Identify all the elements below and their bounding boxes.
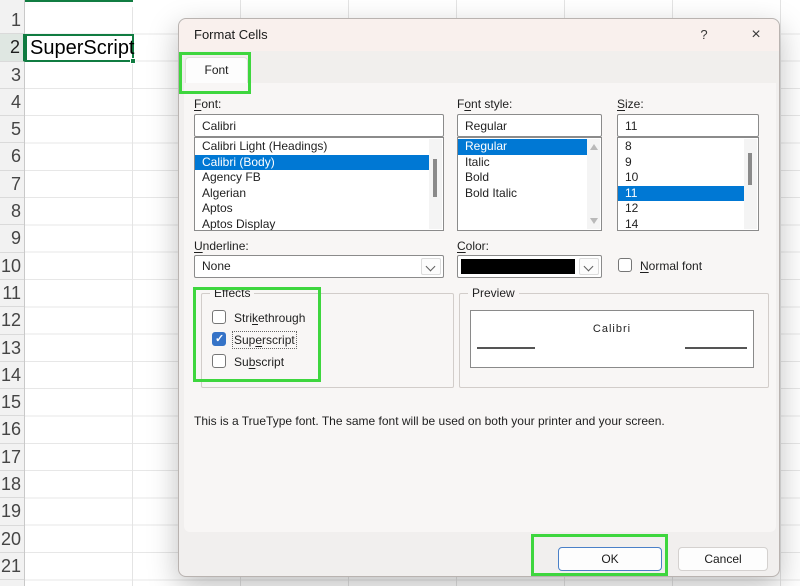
font-input[interactable] bbox=[194, 114, 444, 137]
font-option[interactable]: Calibri Light (Headings) bbox=[195, 139, 429, 155]
row-header[interactable]: 6 bbox=[0, 143, 24, 170]
row-header[interactable]: 11 bbox=[0, 280, 24, 307]
row-header[interactable]: 12 bbox=[0, 307, 24, 334]
row-header[interactable]: 9 bbox=[0, 225, 24, 252]
scrollbar-thumb[interactable] bbox=[433, 159, 437, 197]
row-header[interactable]: 19 bbox=[0, 498, 24, 525]
chevron-down-icon bbox=[584, 262, 594, 272]
row-header[interactable]: 3 bbox=[0, 62, 24, 89]
row-header-column: 123456789101112131415161718192021 bbox=[0, 0, 25, 586]
normal-font-label: Normal font bbox=[640, 259, 702, 273]
dialog-titlebar[interactable]: Format Cells ? × bbox=[179, 19, 779, 51]
size-label: Size: bbox=[617, 97, 644, 112]
size-list-scrollbar[interactable] bbox=[744, 139, 757, 229]
size-option[interactable]: 14 bbox=[618, 217, 744, 232]
row-header[interactable]: 7 bbox=[0, 171, 24, 198]
size-option[interactable]: 10 bbox=[618, 170, 744, 186]
preview-sample-text: Calibri bbox=[471, 323, 753, 335]
row-header[interactable]: 14 bbox=[0, 362, 24, 389]
underline-value: None bbox=[202, 256, 231, 277]
truetype-description: This is a TrueType font. The same font w… bbox=[194, 414, 665, 428]
size-option[interactable]: 12 bbox=[618, 201, 744, 217]
font-option[interactable]: Calibri (Body) bbox=[195, 155, 429, 171]
font-style-option[interactable]: Bold bbox=[458, 170, 587, 186]
font-style-option[interactable]: Italic bbox=[458, 155, 587, 171]
font-option[interactable]: Aptos bbox=[195, 201, 429, 217]
row-header[interactable]: 10 bbox=[0, 253, 24, 280]
size-option[interactable]: 8 bbox=[618, 139, 744, 155]
row-header[interactable]: 15 bbox=[0, 389, 24, 416]
row-header[interactable]: 18 bbox=[0, 471, 24, 498]
color-dropdown[interactable] bbox=[457, 255, 602, 278]
dropdown-button[interactable] bbox=[579, 258, 599, 275]
scroll-down-icon[interactable] bbox=[590, 218, 598, 224]
annotation-effects bbox=[193, 287, 321, 382]
font-style-option[interactable]: Bold Italic bbox=[458, 186, 587, 202]
font-style-listbox[interactable]: RegularItalicBoldBold Italic bbox=[457, 137, 602, 231]
row-header[interactable]: 16 bbox=[0, 416, 24, 443]
tab-strip: Font bbox=[179, 51, 779, 83]
row-header[interactable]: 8 bbox=[0, 198, 24, 225]
row-header[interactable]: 2 bbox=[0, 34, 25, 61]
dialog-title: Format Cells bbox=[194, 19, 268, 51]
preview-box: Calibri bbox=[470, 310, 754, 368]
row-header[interactable]: 17 bbox=[0, 444, 24, 471]
font-style-option[interactable]: Regular bbox=[458, 139, 587, 155]
font-style-scrollbar[interactable] bbox=[587, 139, 600, 229]
underline-dropdown[interactable]: None bbox=[194, 255, 444, 278]
scrollbar-thumb[interactable] bbox=[748, 153, 752, 185]
size-option[interactable]: 11 bbox=[618, 186, 744, 202]
annotation-font-tab bbox=[179, 52, 251, 94]
font-option[interactable]: Algerian bbox=[195, 186, 429, 202]
color-label: Color: bbox=[457, 239, 489, 254]
font-option[interactable]: Agency FB bbox=[195, 170, 429, 186]
font-style-label: Font style: bbox=[457, 97, 512, 112]
row-header[interactable]: 5 bbox=[0, 116, 24, 143]
font-style-input[interactable] bbox=[457, 114, 602, 137]
cancel-button[interactable]: Cancel bbox=[678, 547, 768, 571]
baseline-mark-right bbox=[685, 347, 747, 349]
font-list-scrollbar[interactable] bbox=[429, 139, 442, 229]
selected-cell[interactable]: SuperScript bbox=[25, 34, 134, 62]
color-swatch bbox=[461, 259, 575, 274]
fill-handle[interactable] bbox=[130, 58, 136, 64]
dropdown-button[interactable] bbox=[421, 258, 441, 275]
row-header[interactable]: 13 bbox=[0, 335, 24, 362]
preview-group-label: Preview bbox=[468, 286, 519, 300]
row-header[interactable]: 1 bbox=[0, 7, 24, 34]
font-listbox[interactable]: Calibri Light (Headings)Calibri (Body)Ag… bbox=[194, 137, 444, 231]
scroll-up-icon[interactable] bbox=[590, 144, 598, 150]
help-button[interactable]: ? bbox=[694, 25, 714, 45]
row-header[interactable]: 20 bbox=[0, 526, 24, 553]
close-button[interactable]: × bbox=[746, 25, 766, 45]
chevron-down-icon bbox=[426, 262, 436, 272]
size-option[interactable]: 9 bbox=[618, 155, 744, 171]
baseline-mark-left bbox=[477, 347, 535, 349]
annotation-ok-button bbox=[531, 534, 668, 576]
size-input[interactable] bbox=[617, 114, 759, 137]
size-listbox[interactable]: 8910111214 bbox=[617, 137, 759, 231]
font-label: Font: bbox=[194, 97, 221, 112]
preview-group: Preview Calibri bbox=[459, 293, 769, 388]
font-option[interactable]: Aptos Display bbox=[195, 217, 429, 232]
column-a-header-edge[interactable] bbox=[25, 0, 133, 7]
row-header[interactable]: 4 bbox=[0, 89, 24, 116]
normal-font-checkbox[interactable] bbox=[618, 258, 632, 272]
cell-text: SuperScript bbox=[27, 36, 132, 60]
row-header[interactable]: 21 bbox=[0, 553, 24, 580]
underline-label: Underline: bbox=[194, 239, 249, 254]
screen: 123456789101112131415161718192021 SuperS… bbox=[0, 0, 800, 586]
